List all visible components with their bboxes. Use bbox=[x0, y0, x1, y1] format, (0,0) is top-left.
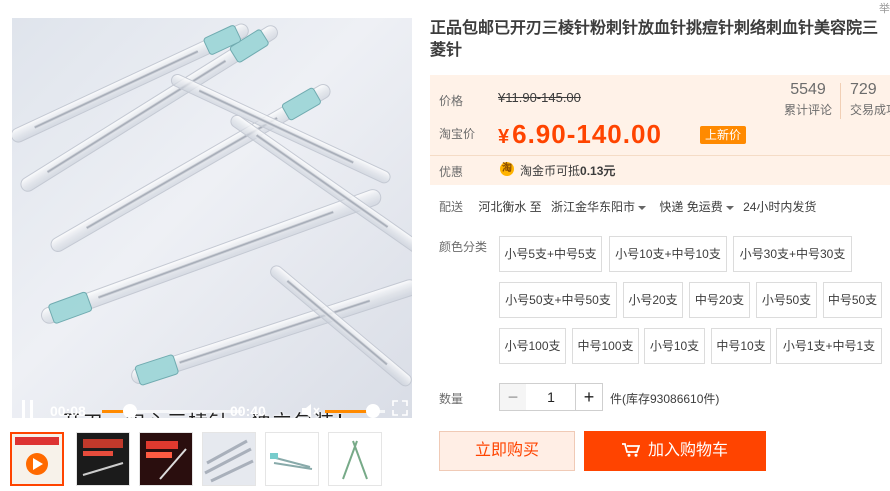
sales-count-number: 729 bbox=[850, 81, 877, 98]
shipping-row: 配送 河北衡水 至 浙江金华东阳市 快递 免运费 24小时内发货 bbox=[439, 198, 816, 215]
thumb-5[interactable] bbox=[265, 432, 319, 486]
dispatch-time: 24小时内发货 bbox=[743, 200, 817, 214]
fullscreen-icon[interactable] bbox=[392, 400, 408, 416]
sku-option[interactable]: 小号20支 bbox=[623, 282, 683, 318]
original-price: ¥11.90-145.00 bbox=[498, 90, 581, 105]
sku-option[interactable]: 小号50支 bbox=[756, 282, 817, 318]
sku-option[interactable]: 中号20支 bbox=[689, 282, 750, 318]
stat-divider bbox=[840, 83, 841, 119]
video-progress-handle[interactable] bbox=[123, 404, 137, 418]
taobao-price: ¥6.90-140.00 bbox=[498, 119, 662, 150]
quantity-label: 数量 bbox=[439, 392, 464, 406]
new-price-badge: 上新价 bbox=[700, 126, 747, 144]
sales-count[interactable]: 729 交易成功 bbox=[844, 81, 890, 118]
sales-count-label: 交易成功 bbox=[850, 103, 890, 117]
video-controls: 00:08 00:40 bbox=[12, 386, 412, 418]
quantity-increase-button[interactable]: + bbox=[575, 383, 603, 411]
sku-option[interactable]: 小号50支+中号50支 bbox=[499, 282, 617, 318]
ship-from: 河北衡水 至 bbox=[478, 200, 542, 214]
volume-handle[interactable] bbox=[366, 404, 380, 418]
sku-option[interactable]: 小号5支+中号5支 bbox=[499, 236, 602, 272]
price-value: 6.90-140.00 bbox=[512, 119, 662, 149]
thumb-6[interactable] bbox=[328, 432, 382, 486]
sku-option[interactable]: 中号50支 bbox=[823, 282, 882, 318]
sku-option[interactable]: 小号10支 bbox=[644, 328, 705, 364]
quantity-input[interactable] bbox=[526, 383, 576, 411]
chevron-down-icon bbox=[725, 205, 734, 210]
review-count-number: 5549 bbox=[790, 81, 826, 98]
thumb-4[interactable] bbox=[202, 432, 256, 486]
shipping-label: 配送 bbox=[439, 200, 464, 214]
review-count-label: 累计评论 bbox=[783, 103, 832, 117]
chevron-down-icon bbox=[638, 205, 647, 210]
product-title: 正品包邮已开刃三棱针粉刺针放血针挑痘针刺络刺血针美容院三菱针 bbox=[430, 20, 879, 59]
color-category-label: 颜色分类 bbox=[439, 240, 488, 254]
ship-to-select[interactable]: 浙江金华东阳市 bbox=[551, 200, 647, 214]
price-panel: 价格 ¥11.90-145.00 淘宝价 ¥6.90-140.00 上新价 55… bbox=[430, 75, 890, 185]
product-image bbox=[12, 23, 412, 387]
sku-option[interactable]: 小号100支 bbox=[499, 328, 566, 364]
taobao-price-label: 淘宝价 bbox=[439, 127, 476, 141]
mute-icon[interactable] bbox=[300, 402, 320, 418]
taojinbi-icon: 淘 bbox=[500, 162, 514, 176]
coupon-text: 淘金币可抵0.13元 bbox=[520, 164, 616, 178]
price-label: 价格 bbox=[439, 94, 464, 108]
buy-now-button[interactable]: 立即购买 bbox=[439, 431, 575, 471]
thumb-2[interactable] bbox=[76, 432, 130, 486]
product-video[interactable]: 开刃、实心三棱针，独立包装！ 00:08 00:40 bbox=[12, 18, 412, 418]
video-total-time: 00:40 bbox=[230, 403, 266, 418]
sku-option[interactable]: 中号10支 bbox=[711, 328, 771, 364]
review-count[interactable]: 5549 累计评论 bbox=[778, 81, 838, 118]
stock-count: 件(库存93086610件) bbox=[610, 392, 720, 406]
sku-option[interactable]: 小号30支+中号30支 bbox=[733, 236, 852, 272]
corner-link[interactable]: 举 bbox=[879, 0, 890, 16]
currency-symbol: ¥ bbox=[498, 126, 511, 148]
thumb-video[interactable] bbox=[10, 432, 64, 486]
pause-icon[interactable] bbox=[22, 400, 36, 418]
add-to-cart-label: 加入购物车 bbox=[647, 442, 728, 459]
sku-option[interactable]: 小号10支+中号10支 bbox=[609, 236, 727, 272]
cart-icon bbox=[621, 443, 640, 457]
shipping-method-select[interactable]: 快递 免运费 bbox=[659, 200, 734, 214]
thumb-3[interactable] bbox=[139, 432, 193, 486]
video-current-time: 00:08 bbox=[50, 403, 86, 418]
add-to-cart-button[interactable]: 加入购物车 bbox=[584, 431, 766, 471]
price-divider bbox=[430, 155, 890, 156]
coupon-label: 优惠 bbox=[439, 165, 464, 179]
sku-option[interactable]: 中号100支 bbox=[572, 328, 639, 364]
quantity-decrease-button[interactable]: − bbox=[499, 383, 527, 411]
sku-option[interactable]: 小号1支+中号1支 bbox=[776, 328, 882, 364]
